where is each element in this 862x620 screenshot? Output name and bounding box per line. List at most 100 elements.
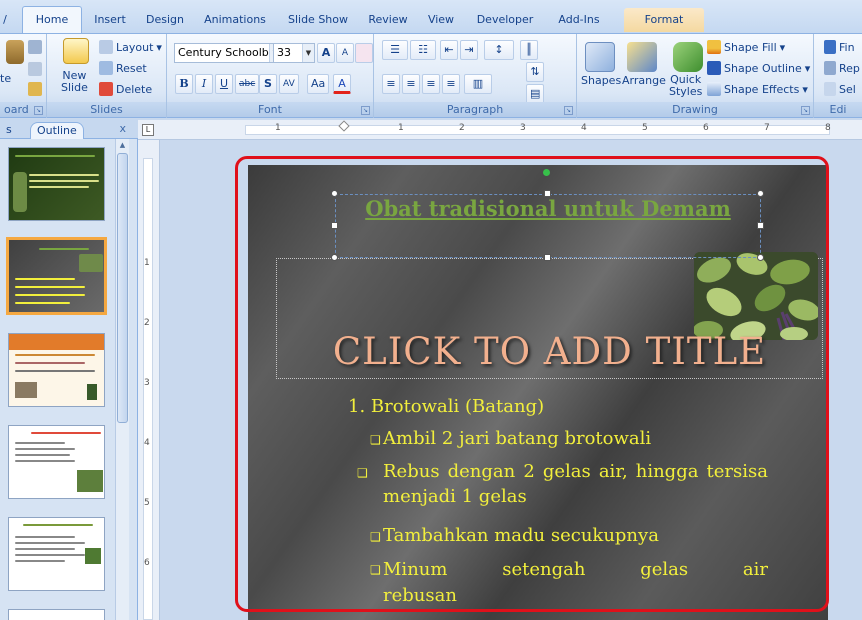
thumbnail-text-line	[15, 442, 65, 444]
reset-icon	[99, 61, 113, 75]
find-button[interactable]: Fin	[824, 40, 855, 54]
slide-thumbnail-2-selected[interactable]	[6, 237, 107, 315]
ruler-corner[interactable]: L	[138, 120, 160, 140]
thumbnail-title-line	[23, 524, 93, 526]
thumbnail-text-line	[29, 180, 99, 182]
slide-thumbnail-5[interactable]	[8, 517, 105, 591]
font-color-button[interactable]: A	[333, 74, 351, 94]
slide-thumbnail-3[interactable]	[8, 333, 105, 407]
shape-fill-button[interactable]: Shape Fill ▾	[707, 40, 785, 54]
shrink-font-button[interactable]: A	[336, 43, 354, 63]
quick-styles-icon[interactable]	[673, 42, 703, 72]
bullets-button[interactable]: ☰	[382, 40, 408, 60]
strikethrough-button[interactable]: abc	[235, 74, 260, 94]
tab-design[interactable]: Design	[139, 8, 191, 32]
tab-developer[interactable]: Developer	[468, 8, 542, 32]
office-button-edge[interactable]: /	[0, 8, 12, 32]
shapes-button[interactable]: Shapes	[581, 74, 621, 87]
tab-insert[interactable]: Insert	[85, 8, 135, 32]
slide-thumbnail-6[interactable]	[8, 609, 105, 620]
align-center-button[interactable]: ≡	[402, 74, 420, 94]
horizontal-ruler[interactable]: 1 1 2 3 4 5 6 7 8	[160, 120, 862, 140]
font-launcher-icon[interactable]: ↘	[361, 106, 370, 115]
replace-label: Rep	[839, 61, 860, 75]
thumbnail-image	[87, 384, 97, 400]
justify-button[interactable]: ≡	[442, 74, 460, 94]
italic-button[interactable]: I	[195, 74, 213, 94]
columns-dropdown-button[interactable]: ▥	[464, 74, 492, 94]
character-spacing-button[interactable]: AV	[279, 74, 299, 94]
align-right-button[interactable]: ≡	[422, 74, 440, 94]
new-slide-button[interactable]: New Slide	[61, 70, 93, 94]
new-slide-icon[interactable]	[63, 38, 89, 64]
quick-styles-button[interactable]: Quick Styles	[669, 74, 703, 98]
slide-thumbnail-4[interactable]	[8, 425, 105, 499]
ruler-number: 1	[275, 123, 281, 133]
shapes-icon[interactable]	[585, 42, 615, 72]
line-spacing-button[interactable]: ↕	[484, 40, 514, 60]
shape-outline-button[interactable]: Shape Outline ▾	[707, 61, 810, 75]
ruler-number: 3	[144, 378, 150, 388]
tab-outline[interactable]: Outline	[30, 122, 84, 139]
paragraph-launcher-icon[interactable]: ↘	[564, 106, 573, 115]
font-group: Century Schoolb▼ 33▼ A A B I U abc S AV …	[167, 34, 374, 118]
tab-add-ins[interactable]: Add-Ins	[548, 8, 610, 32]
close-pane-icon[interactable]: x	[119, 122, 126, 135]
shadow-button[interactable]: S	[259, 74, 277, 94]
pane-scrollbar[interactable]: ▲	[115, 139, 129, 620]
bold-button[interactable]: B	[175, 74, 193, 94]
vertical-ruler[interactable]: 1 2 3 4 5 6	[138, 140, 160, 620]
thumbnail-title-line	[39, 248, 89, 250]
paste-icon[interactable]	[6, 40, 24, 64]
font-name-dropdown[interactable]: Century Schoolb▼	[174, 43, 282, 63]
ruler-number: 5	[642, 123, 648, 133]
smartart-icon[interactable]: ▤	[526, 84, 545, 104]
tab-view[interactable]: View	[420, 8, 462, 32]
scroll-up-icon[interactable]: ▲	[116, 139, 129, 152]
clipboard-launcher-icon[interactable]: ↘	[34, 106, 43, 115]
font-size-dropdown[interactable]: 33 ▼	[273, 43, 315, 63]
highlight-frame	[235, 156, 829, 612]
tab-review[interactable]: Review	[362, 8, 414, 32]
arrange-icon[interactable]	[627, 42, 657, 72]
text-direction-icon[interactable]: ⇅	[526, 62, 544, 82]
columns-button[interactable]: ║	[520, 40, 538, 60]
tab-animations[interactable]: Animations	[196, 8, 274, 32]
grow-font-button[interactable]: A	[317, 43, 335, 63]
shape-fill-label: Shape Fill	[724, 40, 777, 54]
select-button[interactable]: Sel	[824, 82, 856, 96]
delete-button[interactable]: Delete	[99, 82, 152, 96]
shape-effects-button[interactable]: Shape Effects ▾	[707, 82, 808, 96]
tab-slides[interactable]: s	[0, 122, 18, 139]
thumbnail-title-line	[31, 432, 101, 434]
replace-button[interactable]: Rep	[824, 61, 860, 75]
format-painter-icon[interactable]	[28, 82, 42, 96]
underline-button[interactable]: U	[215, 74, 233, 94]
arrange-button[interactable]: Arrange	[622, 74, 666, 87]
reset-button[interactable]: Reset	[99, 61, 147, 75]
drawing-launcher-icon[interactable]: ↘	[801, 106, 810, 115]
tab-slide-show[interactable]: Slide Show	[280, 8, 356, 32]
decrease-indent-button[interactable]: ⇤	[440, 40, 458, 60]
tab-home[interactable]: Home	[22, 6, 82, 34]
font-name-value: Century Schoolb	[178, 46, 269, 59]
tab-format[interactable]: Format	[624, 8, 704, 32]
change-case-button[interactable]: Aa	[307, 74, 330, 94]
ribbon: te oard ↘ New Slide Layout ▾ Reset Delete…	[0, 33, 862, 118]
slides-label: Slides	[47, 102, 166, 117]
numbering-button[interactable]: ☷	[410, 40, 436, 60]
ruler-band	[143, 158, 153, 620]
scrollbar-thumb[interactable]	[117, 153, 128, 423]
ruler-number: 6	[144, 558, 150, 568]
align-left-button[interactable]: ≡	[382, 74, 400, 94]
paste-button[interactable]: te	[0, 72, 11, 85]
thumbnail-image	[15, 382, 37, 398]
thumbnail-text-line	[15, 448, 75, 450]
ruler-number: 1	[144, 258, 150, 268]
copy-icon[interactable]	[28, 62, 42, 76]
increase-indent-button[interactable]: ⇥	[460, 40, 478, 60]
clear-formatting-icon[interactable]	[355, 43, 373, 63]
layout-button[interactable]: Layout ▾	[99, 40, 162, 54]
slide-thumbnail-1[interactable]	[8, 147, 105, 221]
cut-icon[interactable]	[28, 40, 42, 54]
